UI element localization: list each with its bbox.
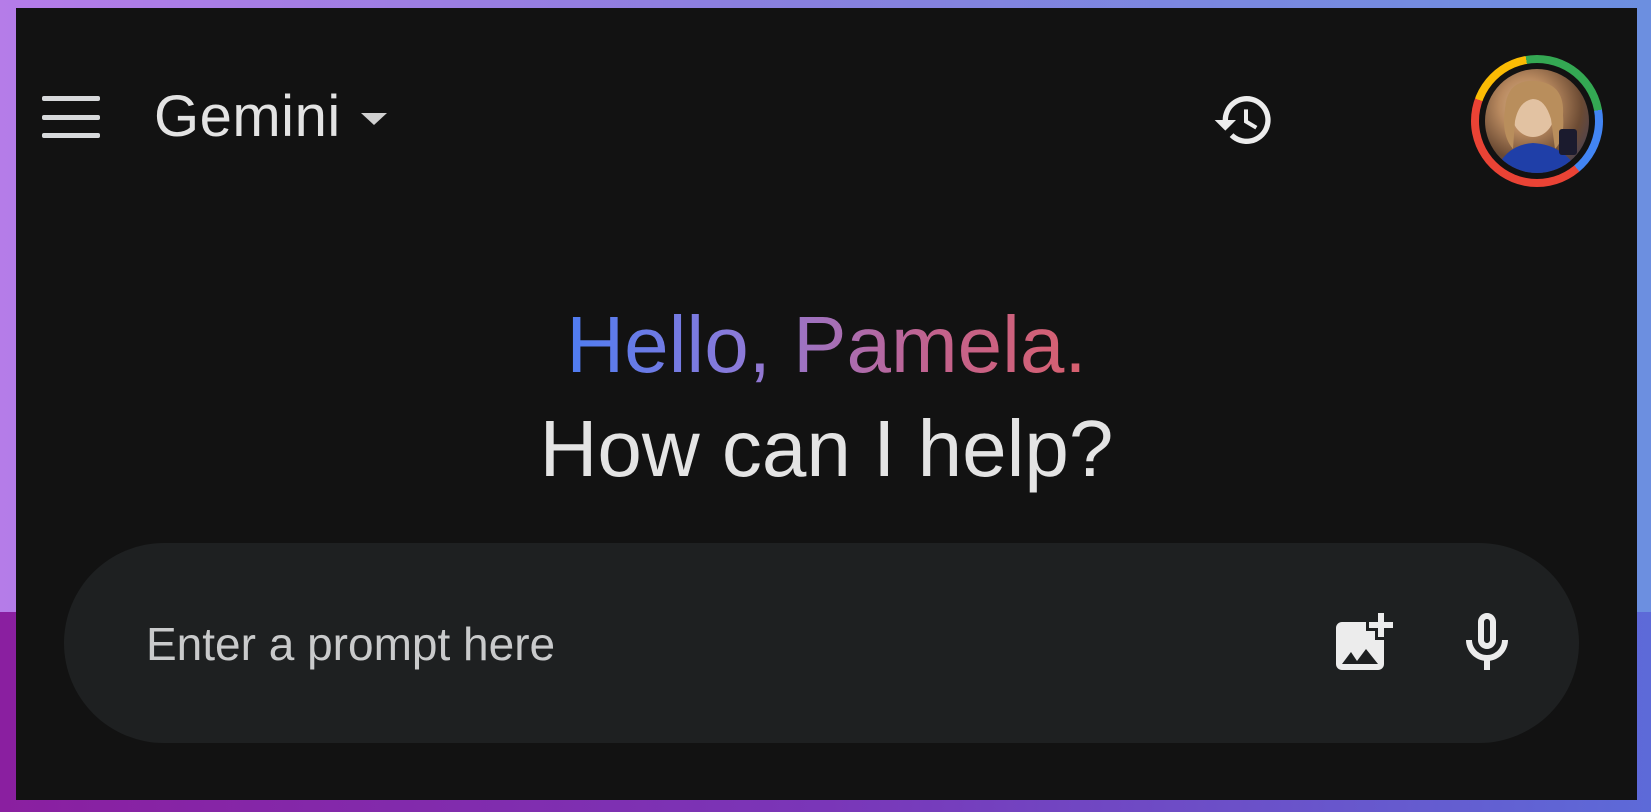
- add-image-icon[interactable]: [1327, 607, 1399, 679]
- greeting-help-line: How can I help?: [539, 404, 1114, 493]
- microphone-icon[interactable]: [1451, 607, 1523, 679]
- greeting: Hello, Pamela. How can I help?: [16, 298, 1637, 496]
- history-icon[interactable]: [1212, 88, 1276, 152]
- gemini-app-screen: Gemini Hello, Pamela. How can I help?: [16, 8, 1637, 800]
- greeting-name-line: Hello, Pamela.: [566, 298, 1086, 392]
- hamburger-menu-icon[interactable]: [42, 92, 100, 142]
- avatar: [1485, 69, 1589, 173]
- account-avatar-button[interactable]: [1471, 55, 1603, 187]
- model-name: Gemini: [154, 83, 341, 149]
- model-switcher[interactable]: Gemini: [154, 80, 387, 152]
- prompt-bar: [64, 543, 1579, 743]
- prompt-input[interactable]: [144, 595, 1198, 693]
- caret-down-icon: [360, 113, 387, 125]
